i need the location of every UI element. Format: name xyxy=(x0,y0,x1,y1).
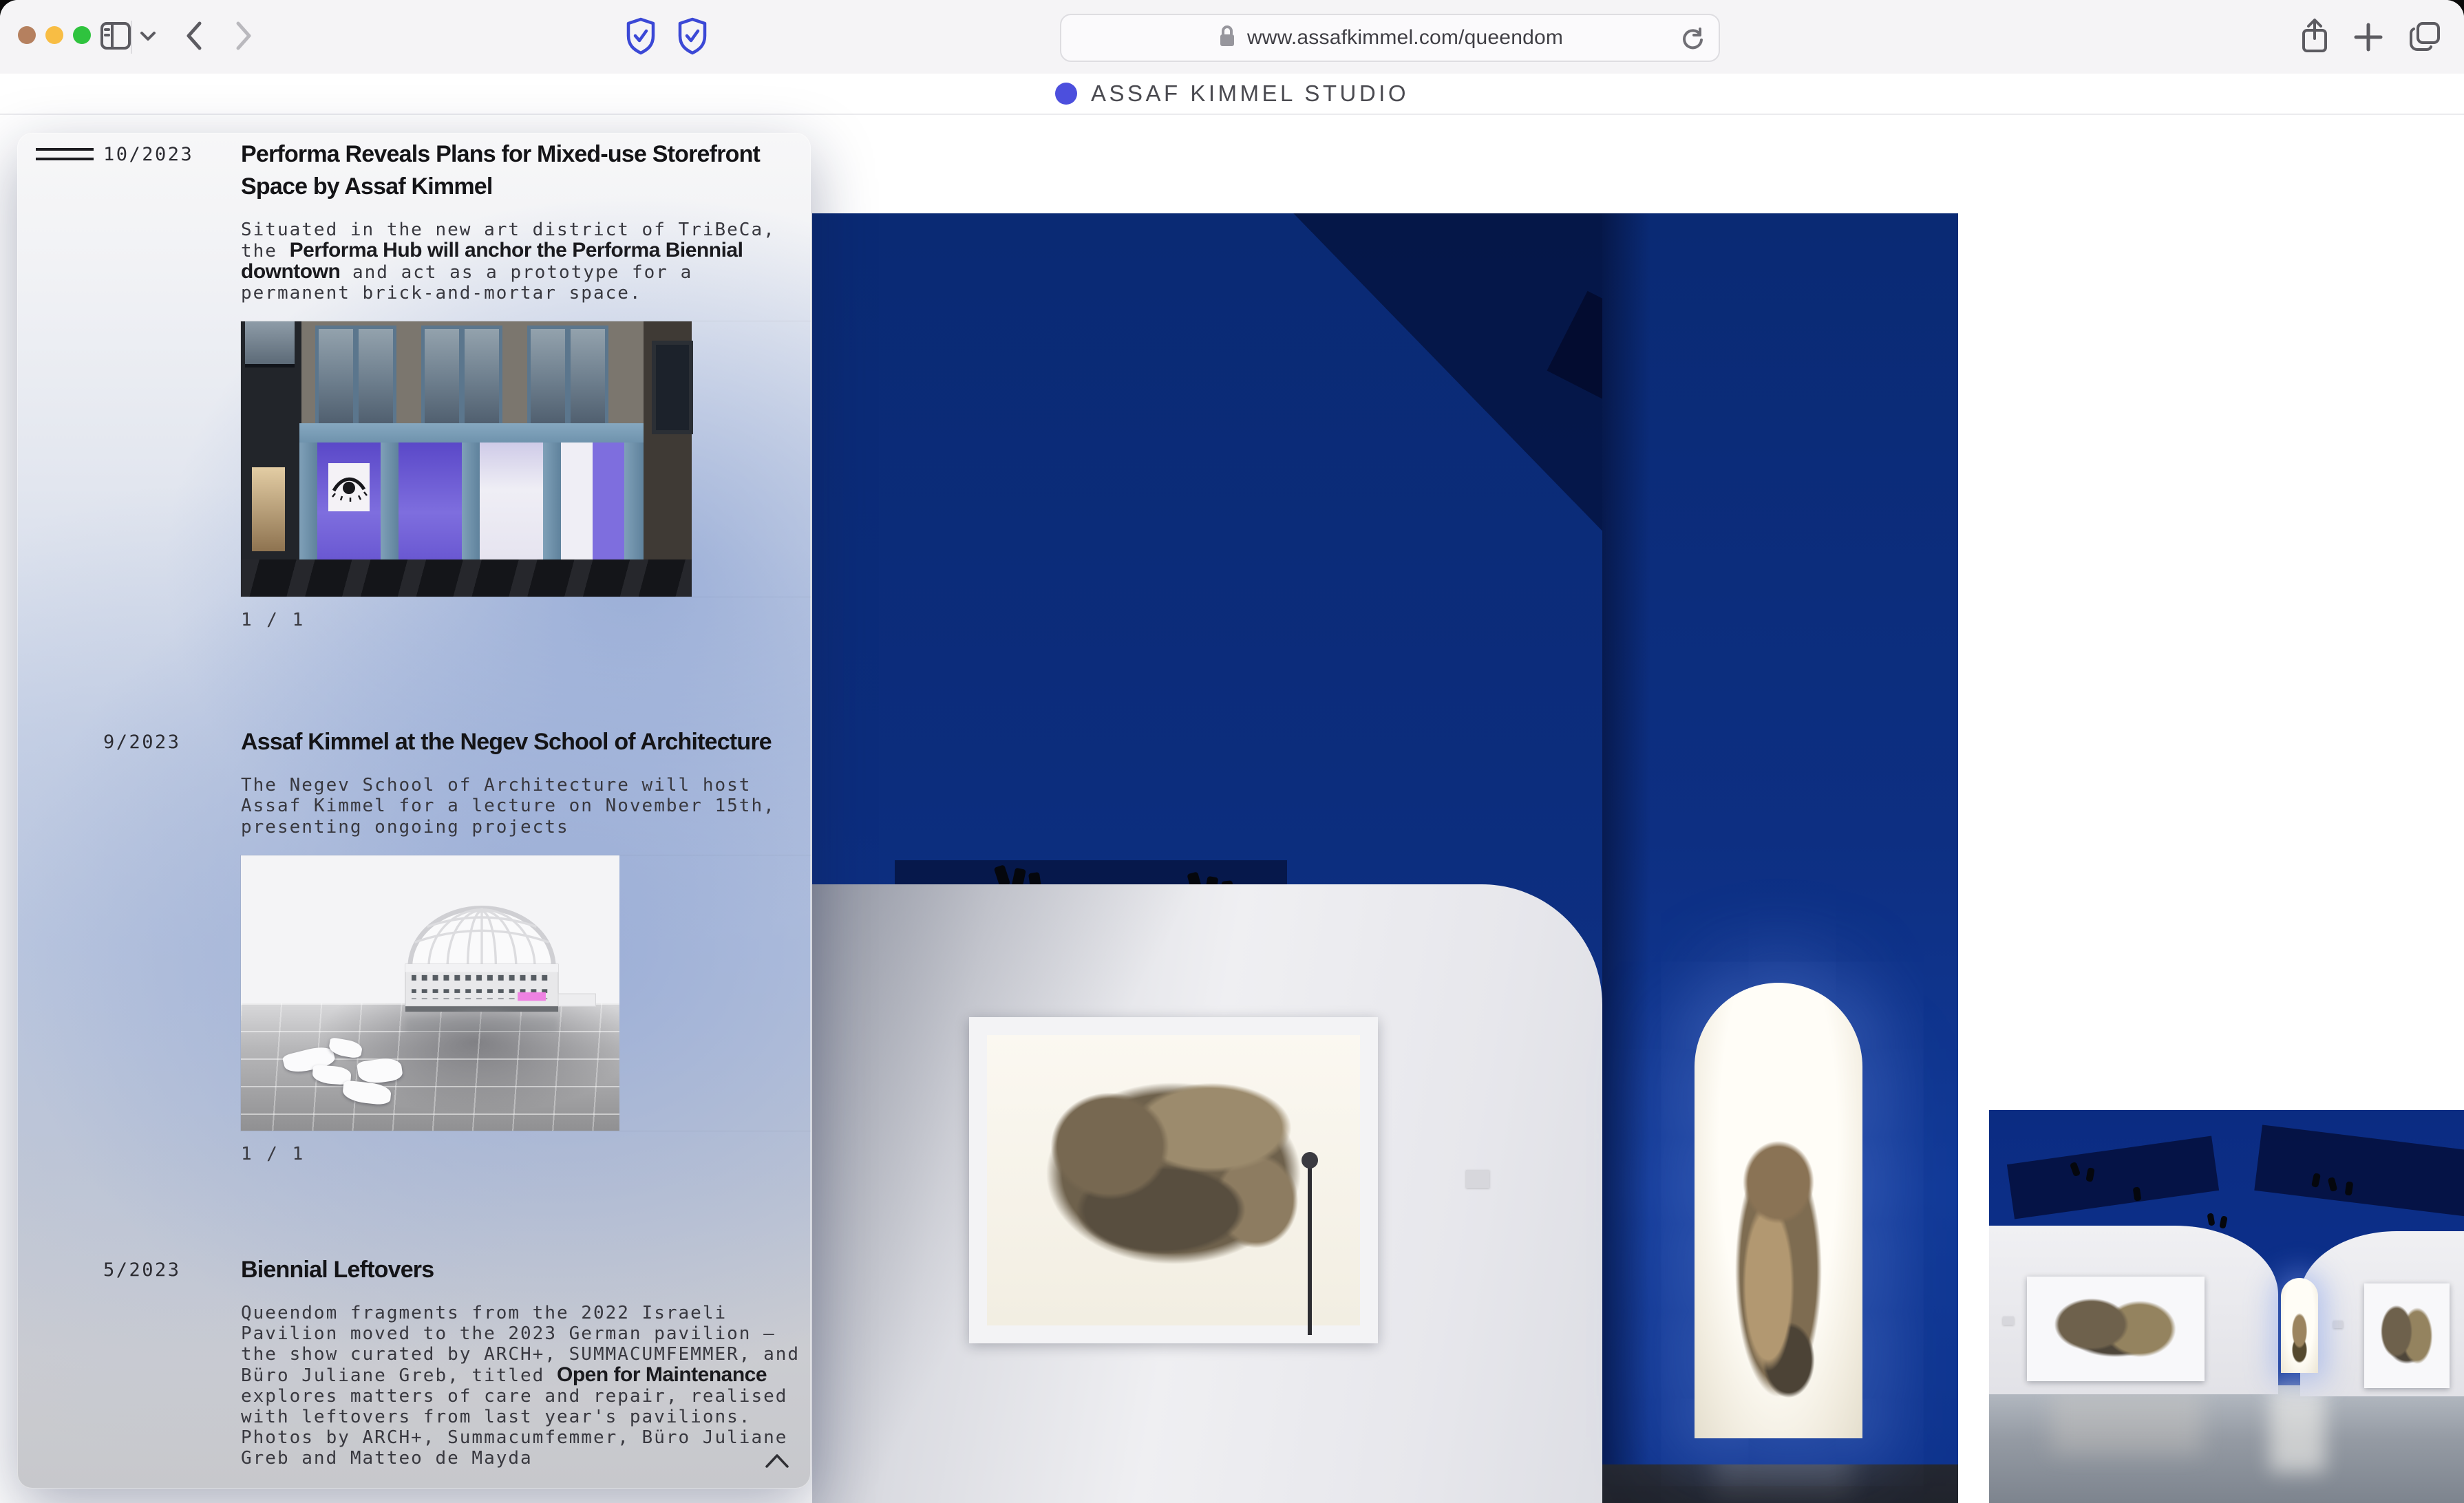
adjacent-building xyxy=(241,321,301,597)
news-date: 10/2023 xyxy=(103,138,241,631)
browser-toolbar: www.assafkimmel.com/queendom xyxy=(0,0,2464,75)
news-body: Queendom fragments from the 2022 Israeli… xyxy=(241,1303,811,1469)
forward-button[interactable] xyxy=(227,18,257,57)
logo-dot-icon[interactable] xyxy=(1055,83,1077,105)
spotlight xyxy=(2207,1213,2216,1226)
news-image-dome-render[interactable] xyxy=(241,855,811,1131)
stanchion xyxy=(1308,1163,1312,1335)
artwork-figure xyxy=(1728,1123,1829,1419)
news-item: 5/2023 Biennial Leftovers Queendom fragm… xyxy=(103,1254,811,1486)
arch-niche xyxy=(1695,983,1862,1438)
news-image-storefront[interactable] xyxy=(241,321,811,597)
window-minimize-button[interactable] xyxy=(45,26,63,44)
artwork-tapestry-wide xyxy=(969,1017,1378,1343)
eye-artwork xyxy=(328,463,370,511)
browser-window: www.assafkimmel.com/queendom ASSAF KIMME… xyxy=(0,0,2464,1503)
gallery-photo-main xyxy=(812,213,1958,1503)
extension-shield-icon[interactable] xyxy=(675,15,710,60)
collapse-panel-chevron-up-icon[interactable] xyxy=(761,1449,793,1473)
chevron-down-icon[interactable] xyxy=(136,26,160,49)
site-title[interactable]: ASSAF KIMMEL STUDIO xyxy=(1091,81,1409,107)
wall-label xyxy=(2333,1321,2343,1328)
spotlight xyxy=(2219,1215,2228,1228)
site-header: ASSAF KIMMEL STUDIO xyxy=(0,74,2464,115)
window-close-button[interactable] xyxy=(18,26,36,44)
storefront xyxy=(299,423,644,559)
news-list: 10/2023 Performa Reveals Plans for Mixed… xyxy=(17,133,811,1486)
news-date: 9/2023 xyxy=(103,726,241,1165)
image-pagination: 1 / 1 xyxy=(241,609,811,631)
reload-button[interactable] xyxy=(1679,25,1706,56)
url-text: www.assafkimmel.com/queendom xyxy=(1247,26,1563,50)
news-title: Biennial Leftovers xyxy=(241,1254,811,1286)
news-item: 10/2023 Performa Reveals Plans for Mixed… xyxy=(103,138,811,631)
news-item: 9/2023 Assaf Kimmel at the Negev School … xyxy=(103,726,811,1165)
floor-reflection xyxy=(2051,1392,2202,1454)
wall-label xyxy=(1466,1170,1489,1188)
thumbnail-arch-niche xyxy=(2281,1278,2318,1373)
window-zoom-button[interactable] xyxy=(73,26,91,44)
news-body: The Negev School of Architecture will ho… xyxy=(241,775,811,838)
news-date: 5/2023 xyxy=(103,1254,241,1486)
news-title: Performa Reveals Plans for Mixed-use Sto… xyxy=(241,138,811,203)
news-panel: 10/2023 Performa Reveals Plans for Mixed… xyxy=(17,133,811,1489)
thumbnail-artwork-wide xyxy=(2027,1277,2205,1381)
wall-label xyxy=(2003,1317,2014,1325)
news-title: Assaf Kimmel at the Negev School of Arch… xyxy=(241,726,811,758)
image-pagination: 1 / 1 xyxy=(241,1143,811,1165)
address-bar[interactable]: www.assafkimmel.com/queendom xyxy=(1060,14,1720,62)
artwork-collage xyxy=(1015,1060,1332,1287)
lock-icon xyxy=(1217,23,1238,53)
ceiling-recess xyxy=(2007,1136,2219,1219)
toolbar-divider xyxy=(131,21,132,54)
adjacent-building xyxy=(644,321,692,597)
street xyxy=(241,559,692,597)
share-icon[interactable] xyxy=(2295,15,2334,61)
tab-overview-icon[interactable] xyxy=(2405,17,2445,60)
dome-building xyxy=(365,895,599,1033)
extension-shield-icon[interactable] xyxy=(623,15,659,60)
artwork-canvas xyxy=(987,1035,1360,1325)
ceiling-recess xyxy=(2254,1124,2464,1216)
back-button[interactable] xyxy=(180,18,211,57)
gallery-photo-thumbnail[interactable] xyxy=(1989,1110,2464,1503)
new-tab-icon[interactable] xyxy=(2350,19,2386,58)
news-body: Situated in the new art district of TriB… xyxy=(241,220,811,303)
sidebar-toggle-icon[interactable] xyxy=(96,17,135,58)
thumbnail-artwork-right xyxy=(2364,1283,2450,1388)
